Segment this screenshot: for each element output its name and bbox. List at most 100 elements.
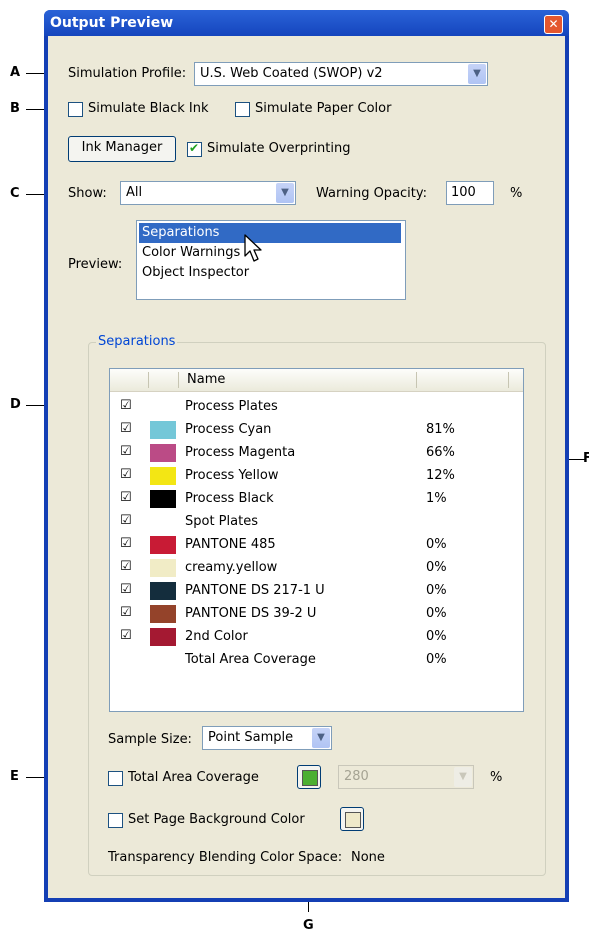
callout-g: G: [303, 918, 314, 933]
callout-b: B: [10, 101, 20, 116]
simulate-paper-color-label: Simulate Paper Color: [255, 101, 392, 116]
row-visibility-checkbox[interactable]: ☑: [120, 629, 133, 642]
close-icon: ✕: [548, 17, 559, 31]
callout-a: A: [10, 65, 21, 80]
chevron-down-icon[interactable]: ▼: [312, 728, 330, 748]
preview-item-object-inspector[interactable]: Object Inspector: [139, 263, 401, 283]
row-visibility-checkbox[interactable]: ☑: [120, 491, 133, 504]
show-label: Show:: [68, 186, 107, 201]
ink-swatch: [150, 444, 176, 462]
sample-size-select[interactable]: Point Sample ▼: [202, 726, 332, 750]
row-visibility-checkbox[interactable]: ☑: [120, 583, 133, 596]
page-background-checkbox[interactable]: [108, 813, 123, 828]
simulation-profile-select[interactable]: U.S. Web Coated (SWOP) v2 ▼: [194, 62, 488, 86]
header-divider: [178, 372, 179, 388]
row-percentage: 1%: [426, 491, 447, 506]
total-area-coverage-select[interactable]: 280 ▼: [338, 765, 474, 789]
row-visibility-checkbox[interactable]: ☑: [120, 468, 133, 481]
transparency-blending-value: None: [351, 850, 385, 865]
ink-swatch: [150, 421, 176, 439]
row-percentage: 0%: [426, 629, 447, 644]
row-name: creamy.yellow: [185, 560, 278, 575]
row-visibility-checkbox[interactable]: ☑: [120, 422, 133, 435]
row-percentage: 0%: [426, 652, 447, 667]
preview-list[interactable]: Separations Color Warnings Object Inspec…: [136, 220, 406, 300]
preview-item-separations[interactable]: Separations: [139, 223, 401, 243]
ink-manager-button[interactable]: Ink Manager: [68, 136, 176, 162]
row-visibility-checkbox[interactable]: ☑: [120, 445, 133, 458]
table-row[interactable]: ☑ Process Magenta 66%: [110, 442, 523, 464]
warning-opacity-value: 100: [451, 185, 476, 200]
row-visibility-checkbox[interactable]: ☑: [120, 560, 133, 573]
column-name-header[interactable]: Name: [187, 372, 225, 387]
table-row[interactable]: ☑ Spot Plates: [110, 511, 523, 533]
warning-opacity-input[interactable]: 100: [446, 181, 494, 205]
callout-c: C: [10, 186, 20, 201]
row-name: PANTONE 485: [185, 537, 276, 552]
dialog-body: Simulation Profile: U.S. Web Coated (SWO…: [48, 36, 565, 898]
ink-swatch: [150, 605, 176, 623]
ink-swatch: [150, 536, 176, 554]
row-name: PANTONE DS 217-1 U: [185, 583, 325, 598]
row-percentage: 0%: [426, 537, 447, 552]
chevron-down-icon[interactable]: ▼: [454, 767, 472, 787]
table-row[interactable]: ☑ Process Black 1%: [110, 488, 523, 510]
total-area-coverage-color-button[interactable]: [297, 765, 321, 789]
header-divider: [148, 372, 149, 388]
green-swatch: [302, 770, 318, 786]
row-name: Total Area Coverage: [185, 652, 316, 667]
row-visibility-checkbox[interactable]: ☑: [120, 606, 133, 619]
simulate-black-ink-checkbox[interactable]: [68, 102, 83, 117]
sample-size-value: Point Sample: [208, 730, 294, 745]
row-percentage: 81%: [426, 422, 455, 437]
row-visibility-checkbox[interactable]: ☑: [120, 514, 133, 527]
row-visibility-checkbox[interactable]: ☑: [120, 537, 133, 550]
simulation-profile-label: Simulation Profile:: [68, 66, 187, 81]
row-name: PANTONE DS 39-2 U: [185, 606, 317, 621]
simulate-overprinting-label: Simulate Overprinting: [207, 141, 351, 156]
title-bar[interactable]: Output Preview ✕: [44, 10, 569, 36]
row-name: Process Magenta: [185, 445, 296, 460]
preview-item-color-warnings[interactable]: Color Warnings: [139, 243, 401, 263]
transparency-blending-label: Transparency Blending Color Space:: [108, 850, 343, 865]
ink-swatch: [150, 628, 176, 646]
table-row[interactable]: Total Area Coverage 0%: [110, 649, 523, 671]
ink-swatch: [150, 582, 176, 600]
chevron-down-icon[interactable]: ▼: [276, 183, 294, 203]
sample-size-label: Sample Size:: [108, 732, 192, 747]
ink-swatch: [150, 467, 176, 485]
separations-group-title: Separations: [96, 334, 178, 349]
table-row[interactable]: ☑ creamy.yellow 0%: [110, 557, 523, 579]
table-row[interactable]: ☑ 2nd Color 0%: [110, 626, 523, 648]
separations-table: Name ☑ Process Plates ☑ Process Cyan 81%…: [109, 368, 524, 712]
ink-swatch: [150, 490, 176, 508]
total-area-coverage-label: Total Area Coverage: [128, 770, 259, 785]
warning-opacity-unit: %: [510, 186, 523, 201]
row-name: Process Cyan: [185, 422, 272, 437]
table-row[interactable]: ☑ Process Plates: [110, 396, 523, 418]
row-percentage: 66%: [426, 445, 455, 460]
table-row[interactable]: ☑ Process Cyan 81%: [110, 419, 523, 441]
table-row[interactable]: ☑ PANTONE DS 217-1 U 0%: [110, 580, 523, 602]
mouse-cursor-icon: [244, 234, 262, 262]
row-name: Process Plates: [185, 399, 278, 414]
row-percentage: 12%: [426, 468, 455, 483]
chevron-down-icon[interactable]: ▼: [468, 64, 486, 84]
total-area-coverage-checkbox[interactable]: [108, 771, 123, 786]
row-visibility-checkbox[interactable]: ☑: [120, 399, 133, 412]
simulate-overprinting-checkbox[interactable]: [187, 141, 202, 157]
table-row[interactable]: ☑ Process Yellow 12%: [110, 465, 523, 487]
table-row[interactable]: ☑ PANTONE 485 0%: [110, 534, 523, 556]
table-row[interactable]: ☑ PANTONE DS 39-2 U 0%: [110, 603, 523, 625]
total-area-coverage-unit: %: [490, 770, 503, 785]
callout-e: E: [10, 769, 19, 784]
window-title: Output Preview: [50, 15, 174, 31]
page-background-color-button[interactable]: [340, 807, 364, 831]
header-divider: [508, 372, 509, 388]
separations-table-header: Name: [110, 369, 523, 392]
close-button[interactable]: ✕: [544, 15, 563, 34]
show-select[interactable]: All ▼: [120, 181, 296, 205]
header-divider: [416, 372, 417, 388]
simulate-paper-color-checkbox[interactable]: [235, 102, 250, 117]
row-name: 2nd Color: [185, 629, 248, 644]
